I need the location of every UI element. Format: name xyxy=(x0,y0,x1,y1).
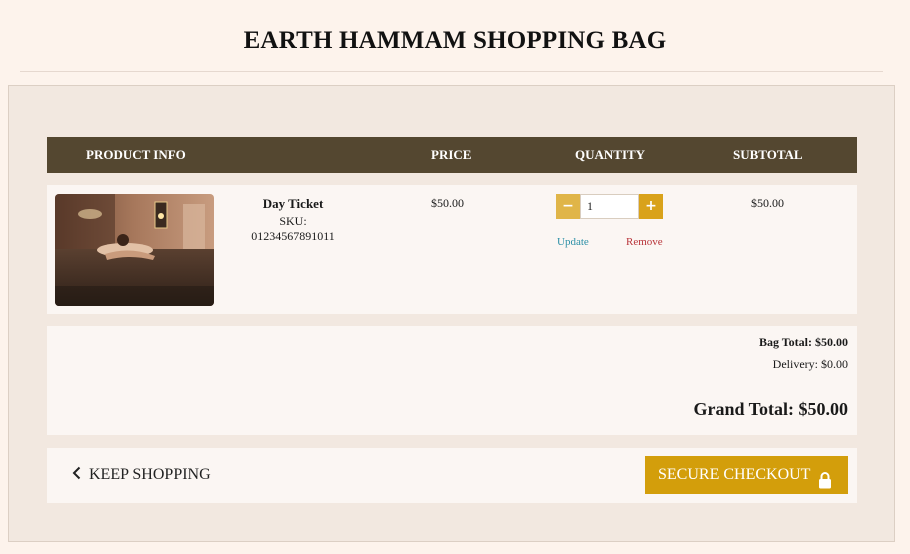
totals-summary: Bag Total: $50.00 Delivery: $0.00 Grand … xyxy=(47,326,857,435)
bag-actions: KEEP SHOPPING SECURE CHECKOUT xyxy=(47,448,857,503)
header-quantity: QUANTITY xyxy=(575,147,646,162)
secure-checkout-button[interactable]: SECURE CHECKOUT xyxy=(645,456,848,494)
header-product-info: PRODUCT INFO xyxy=(86,147,186,162)
bag-total-value: $50.00 xyxy=(815,335,848,349)
bag-total-label: Bag Total: xyxy=(758,335,812,349)
bag-total: Bag Total: $50.00 xyxy=(759,335,848,350)
bag-item-row: Day Ticket SKU: 01234567891011 $50.00 − … xyxy=(47,185,857,314)
shopping-bag-panel: PRODUCT INFO PRICE QUANTITY SUBTOTAL Day… xyxy=(8,85,895,542)
update-link[interactable]: Update xyxy=(557,236,589,248)
header-price: PRICE xyxy=(431,147,472,162)
product-image xyxy=(55,194,214,306)
delivery-value: $0.00 xyxy=(821,357,848,371)
lock-icon xyxy=(818,466,832,504)
secure-checkout-label: SECURE CHECKOUT xyxy=(658,466,811,483)
grand-total: Grand Total: $50.00 xyxy=(693,399,848,420)
quantity-decrease-button[interactable]: − xyxy=(556,194,580,219)
header-subtotal: SUBTOTAL xyxy=(733,147,803,162)
delivery-label: Delivery: xyxy=(772,357,818,371)
grand-total-value: $50.00 xyxy=(798,399,849,419)
title-divider xyxy=(20,71,883,72)
product-sku: SKU: 01234567891011 xyxy=(251,214,335,243)
chevron-left-icon xyxy=(72,466,81,485)
page-title: EARTH HAMMAM SHOPPING BAG xyxy=(243,27,667,54)
quantity-input[interactable] xyxy=(580,194,639,219)
table-header: PRODUCT INFO PRICE QUANTITY SUBTOTAL xyxy=(47,137,857,173)
keep-shopping-label: KEEP SHOPPING xyxy=(89,466,211,483)
grand-total-label: Grand Total: xyxy=(693,399,794,419)
keep-shopping-button[interactable]: KEEP SHOPPING xyxy=(72,466,211,485)
quantity-stepper: − + xyxy=(556,194,663,219)
product-price: $50.00 xyxy=(431,196,464,210)
quantity-increase-button[interactable]: + xyxy=(639,194,663,219)
remove-link[interactable]: Remove xyxy=(626,236,663,248)
delivery: Delivery: $0.00 xyxy=(773,357,848,372)
product-name[interactable]: Day Ticket xyxy=(239,196,347,212)
item-subtotal: $50.00 xyxy=(751,196,784,210)
